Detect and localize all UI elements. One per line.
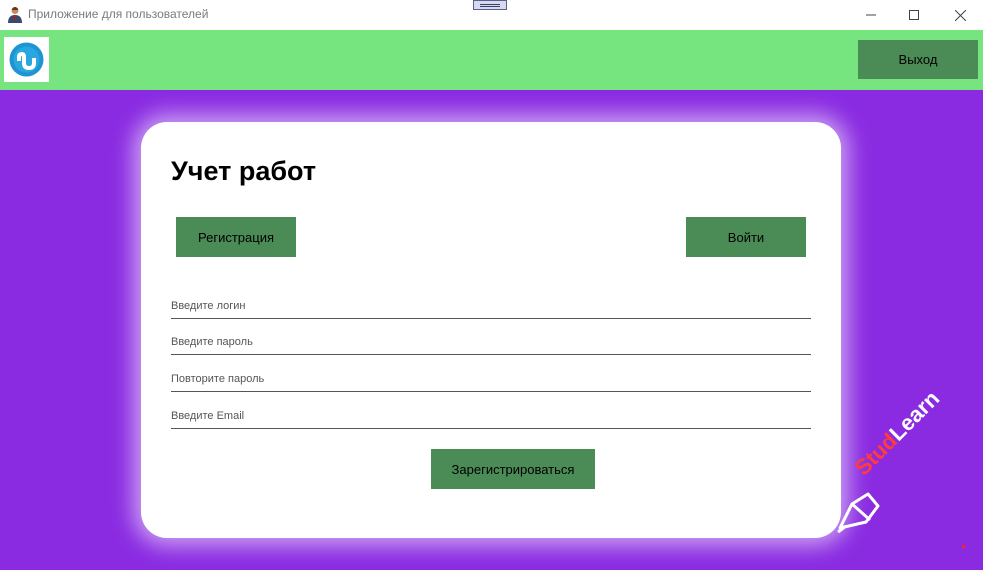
registration-card: Учет работ Регистрация Войти Зарегистрир… [141, 122, 841, 538]
maximize-icon [909, 10, 919, 20]
login-tab-button[interactable]: Войти [686, 217, 806, 257]
user-app-icon [8, 7, 22, 23]
page-title: Учет работ [171, 156, 317, 186]
red-dot [962, 545, 965, 548]
login-field[interactable] [171, 293, 811, 319]
minimize-button[interactable] [848, 0, 894, 30]
close-button[interactable] [937, 0, 983, 30]
drag-handle[interactable] [473, 0, 507, 10]
logo [4, 37, 49, 82]
password-field[interactable] [171, 329, 811, 355]
stumbleupon-logo-icon [9, 42, 44, 77]
minimize-icon [866, 14, 876, 16]
close-icon [954, 9, 966, 21]
exit-button[interactable]: Выход [858, 40, 978, 79]
register-submit-button[interactable]: Зарегистрироваться [431, 449, 595, 489]
repeat-password-field[interactable] [171, 366, 811, 392]
window-title: Приложение для пользователей [28, 7, 209, 21]
window-titlebar: Приложение для пользователей [0, 0, 983, 30]
register-tab-button[interactable]: Регистрация [176, 217, 296, 257]
email-field[interactable] [171, 403, 811, 429]
app-header: Выход [0, 30, 983, 90]
maximize-button[interactable] [891, 0, 937, 30]
